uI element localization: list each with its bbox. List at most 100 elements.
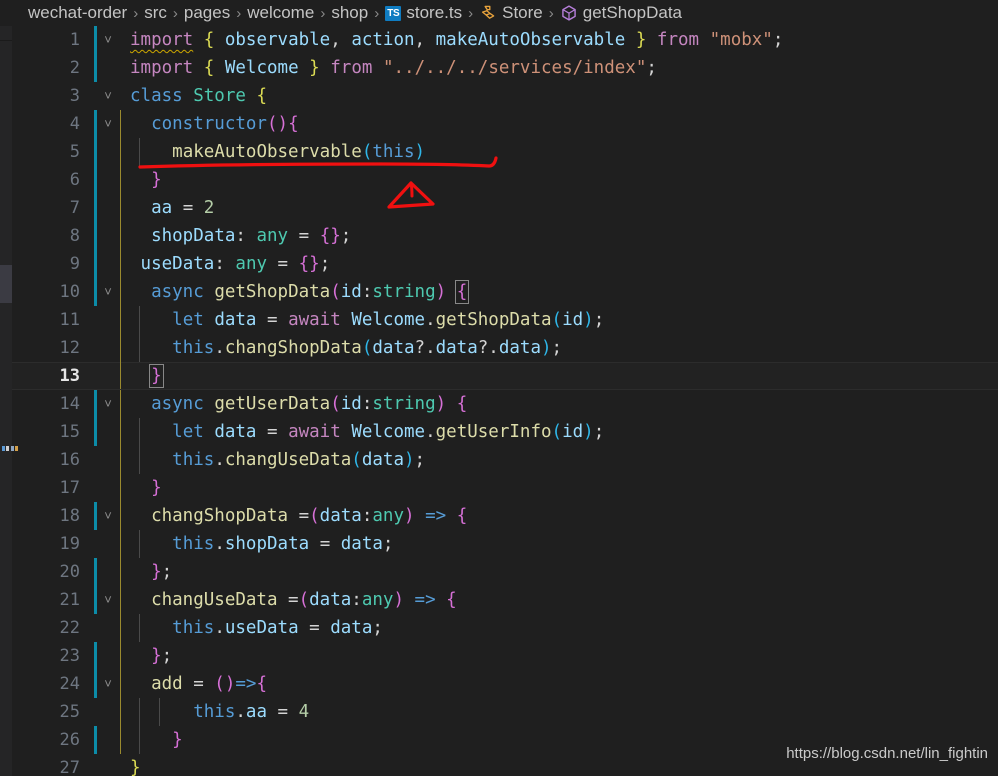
- code-line-text: }: [130, 726, 183, 754]
- breadcrumb[interactable]: wechat-order › src › pages › welcome › shop › TS st…: [0, 0, 998, 26]
- breadcrumb-item-label: getShopData: [582, 3, 683, 22]
- code-token: add: [151, 674, 183, 694]
- left-panel-scrollbar-thumb[interactable]: [0, 265, 12, 303]
- code-line-1[interactable]: 1 ˅ import { observable, action, makeAutoO…: [12, 26, 998, 54]
- fold-chevron-down-icon[interactable]: ˅: [100, 110, 116, 138]
- breadcrumb-item-wechat-order[interactable]: wechat-order: [28, 3, 127, 23]
- code-token: {: [288, 114, 299, 134]
- breadcrumb-item-shop[interactable]: shop: [331, 3, 368, 23]
- breadcrumb-item-getshopdata[interactable]: getShopData: [560, 3, 682, 23]
- fold-chevron-down-icon[interactable]: ˅: [100, 82, 116, 110]
- gutter-modified-marker: [94, 54, 97, 82]
- line-number: 23: [59, 646, 80, 666]
- bracket-pair-guide: [120, 670, 121, 698]
- code-line-text: this.changUseData(data);: [130, 446, 425, 474]
- code-line-23[interactable]: 23 };: [12, 642, 998, 670]
- code-line-21[interactable]: 21 ˅ changUseData =(data:any) => {: [12, 586, 998, 614]
- breadcrumb-item-label: src: [144, 3, 167, 22]
- code-line-15[interactable]: 15 let data = await Welcome.getUserInfo(…: [12, 418, 998, 446]
- code-line-text: import { observable, action, makeAutoObs…: [130, 26, 783, 54]
- code-token: (: [214, 674, 225, 694]
- bracket-pair-guide: [120, 278, 121, 306]
- breadcrumb-item-src[interactable]: src: [144, 3, 167, 23]
- code-line-text: import { Welcome } from "../../../servic…: [130, 54, 657, 82]
- code-token: .: [214, 534, 225, 554]
- line-number: 14: [59, 394, 80, 414]
- fold-chevron-down-icon[interactable]: ˅: [100, 586, 116, 614]
- fold-chevron-down-icon[interactable]: ˅: [100, 670, 116, 698]
- code-token: (: [298, 590, 310, 610]
- bracket-pair-guide: [120, 250, 121, 278]
- code-line-12[interactable]: 12 this.changShopData(data?.data?.data);: [12, 334, 998, 362]
- code-token: (: [266, 114, 278, 134]
- code-token: }: [151, 562, 162, 582]
- code-token: id: [562, 310, 584, 330]
- code-line-text: this.shopData = data;: [130, 530, 393, 558]
- code-token: .: [214, 618, 225, 638]
- code-token: .: [425, 422, 436, 442]
- code-line-16[interactable]: 16 this.changUseData(data);: [12, 446, 998, 474]
- overview-ruler-marker[interactable]: [2, 446, 18, 451]
- breadcrumb-item-store-ts[interactable]: TS store.ts: [385, 3, 462, 23]
- breadcrumb-item-pages[interactable]: pages: [184, 3, 230, 23]
- code-line-8[interactable]: 8 shopData: any = {};: [12, 222, 998, 250]
- code-token: {: [203, 30, 215, 50]
- code-token: :: [361, 506, 373, 526]
- code-line-4[interactable]: 4 ˅ constructor(){: [12, 110, 998, 138]
- code-editor-area[interactable]: 1 ˅ import { observable, action, makeAutoO…: [12, 26, 998, 776]
- code-token: ;: [772, 30, 784, 50]
- code-line-3[interactable]: 3 ˅ class Store {: [12, 82, 998, 110]
- gutter-modified-marker: [94, 222, 97, 250]
- code-line-18[interactable]: 18 ˅ changShopData =(data:any) => {: [12, 502, 998, 530]
- code-line-22[interactable]: 22 this.useData = data;: [12, 614, 998, 642]
- code-line-20[interactable]: 20 };: [12, 558, 998, 586]
- breadcrumb-item-store[interactable]: Store: [479, 3, 543, 23]
- fold-chevron-down-icon[interactable]: ˅: [100, 278, 116, 306]
- code-line-2[interactable]: 2 import { Welcome } from "../../../servi…: [12, 54, 998, 82]
- code-token: }: [130, 758, 141, 776]
- line-number: 20: [59, 562, 80, 582]
- code-token: =>: [425, 506, 447, 526]
- code-line-14[interactable]: 14 ˅ async getUserData(id:string) {: [12, 390, 998, 418]
- code-line-text: useData: any = {};: [130, 250, 331, 278]
- code-line-24[interactable]: 24 ˅ add = ()=>{: [12, 670, 998, 698]
- code-line-6[interactable]: 6 }: [12, 166, 998, 194]
- code-token: data: [330, 618, 373, 638]
- code-token: (: [351, 450, 362, 470]
- fold-chevron-down-icon[interactable]: ˅: [100, 390, 116, 418]
- code-line-25[interactable]: 25 this.aa = 4: [12, 698, 998, 726]
- breadcrumb-item-welcome[interactable]: welcome: [247, 3, 314, 23]
- code-token: changShopData: [224, 338, 362, 358]
- bracket-pair-guide: [120, 502, 121, 530]
- fold-chevron-down-icon[interactable]: ˅: [100, 502, 116, 530]
- code-token: any: [361, 590, 394, 610]
- breadcrumb-separator: ›: [320, 4, 326, 22]
- code-token: from: [330, 58, 373, 78]
- code-line-11[interactable]: 11 let data = await Welcome.getShopData(…: [12, 306, 998, 334]
- code-line-9[interactable]: 9 useData: any = {};: [12, 250, 998, 278]
- code-line-19[interactable]: 19 this.shopData = data;: [12, 530, 998, 558]
- code-token: =: [309, 534, 341, 554]
- code-line-5[interactable]: 5 makeAutoObservable(this): [12, 138, 998, 166]
- code-line-17[interactable]: 17 }: [12, 474, 998, 502]
- code-token: =: [172, 198, 204, 218]
- code-token: any: [256, 226, 289, 246]
- code-line-7[interactable]: 7 aa = 2: [12, 194, 998, 222]
- line-number: 16: [59, 450, 80, 470]
- gutter-modified-marker: [94, 110, 97, 138]
- fold-chevron-down-icon[interactable]: ˅: [100, 26, 116, 54]
- code-token: Store: [193, 86, 246, 106]
- code-line-10[interactable]: 10 ˅ async getShopData(id:string) {: [12, 278, 998, 306]
- class-symbol-icon: [479, 4, 497, 22]
- code-line-13[interactable]: 13 }: [12, 362, 998, 390]
